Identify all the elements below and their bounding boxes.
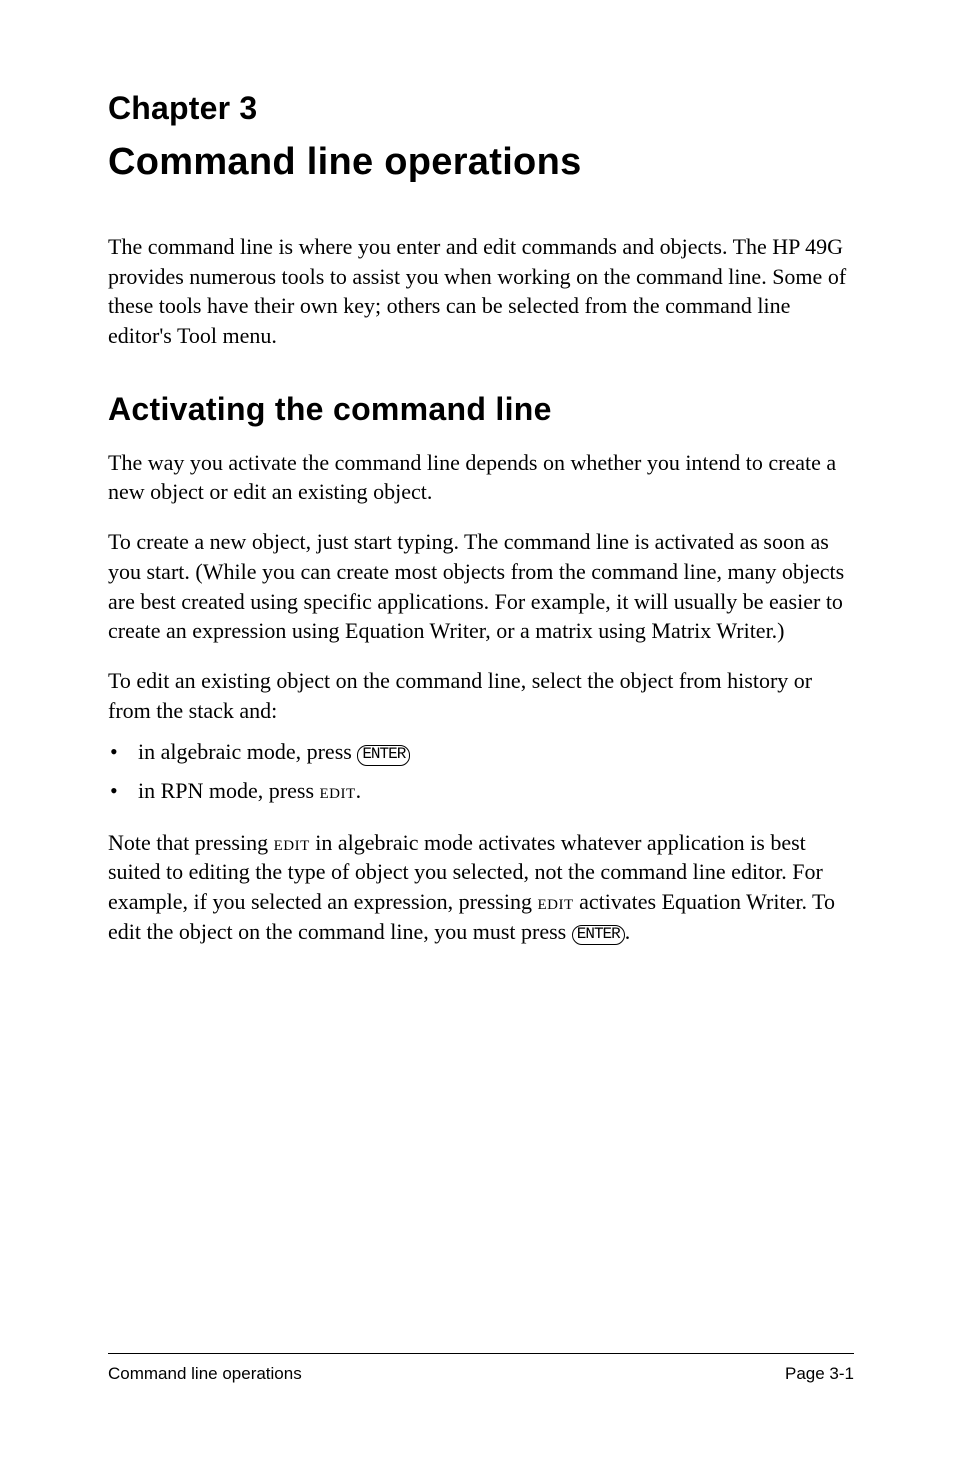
page-content: Chapter 3 Command line operations The co… xyxy=(0,0,954,947)
edit-smallcaps: edit xyxy=(320,779,356,803)
intro-paragraph: The command line is where you enter and … xyxy=(108,232,854,351)
section-heading: Activating the command line xyxy=(108,391,854,428)
list-item-text: in RPN mode, press xyxy=(138,778,320,803)
list-item: in RPN mode, press edit. xyxy=(108,774,854,808)
enter-key-icon: ENTER xyxy=(572,925,625,946)
edit-smallcaps: edit xyxy=(537,890,573,914)
list-item-text: . xyxy=(356,778,362,803)
body-paragraph: To create a new object, just start typin… xyxy=(108,527,854,646)
list-item-text: in algebraic mode, press xyxy=(138,739,357,764)
page-footer: Command line operations Page 3-1 xyxy=(108,1353,854,1384)
enter-key-icon: ENTER xyxy=(357,745,410,766)
body-paragraph: Note that pressing edit in algebraic mod… xyxy=(108,828,854,947)
edit-smallcaps: edit xyxy=(274,831,310,855)
text-run: . xyxy=(625,919,631,944)
chapter-title: Command line operations xyxy=(108,141,854,184)
list-item: in algebraic mode, press ENTER xyxy=(108,735,854,768)
footer-left: Command line operations xyxy=(108,1364,302,1384)
body-paragraph: To edit an existing object on the comman… xyxy=(108,666,854,725)
footer-right: Page 3-1 xyxy=(785,1364,854,1384)
body-paragraph: The way you activate the command line de… xyxy=(108,448,854,507)
chapter-label: Chapter 3 xyxy=(108,90,854,127)
text-run: Note that pressing xyxy=(108,830,274,855)
bullet-list: in algebraic mode, press ENTER in RPN mo… xyxy=(108,735,854,808)
